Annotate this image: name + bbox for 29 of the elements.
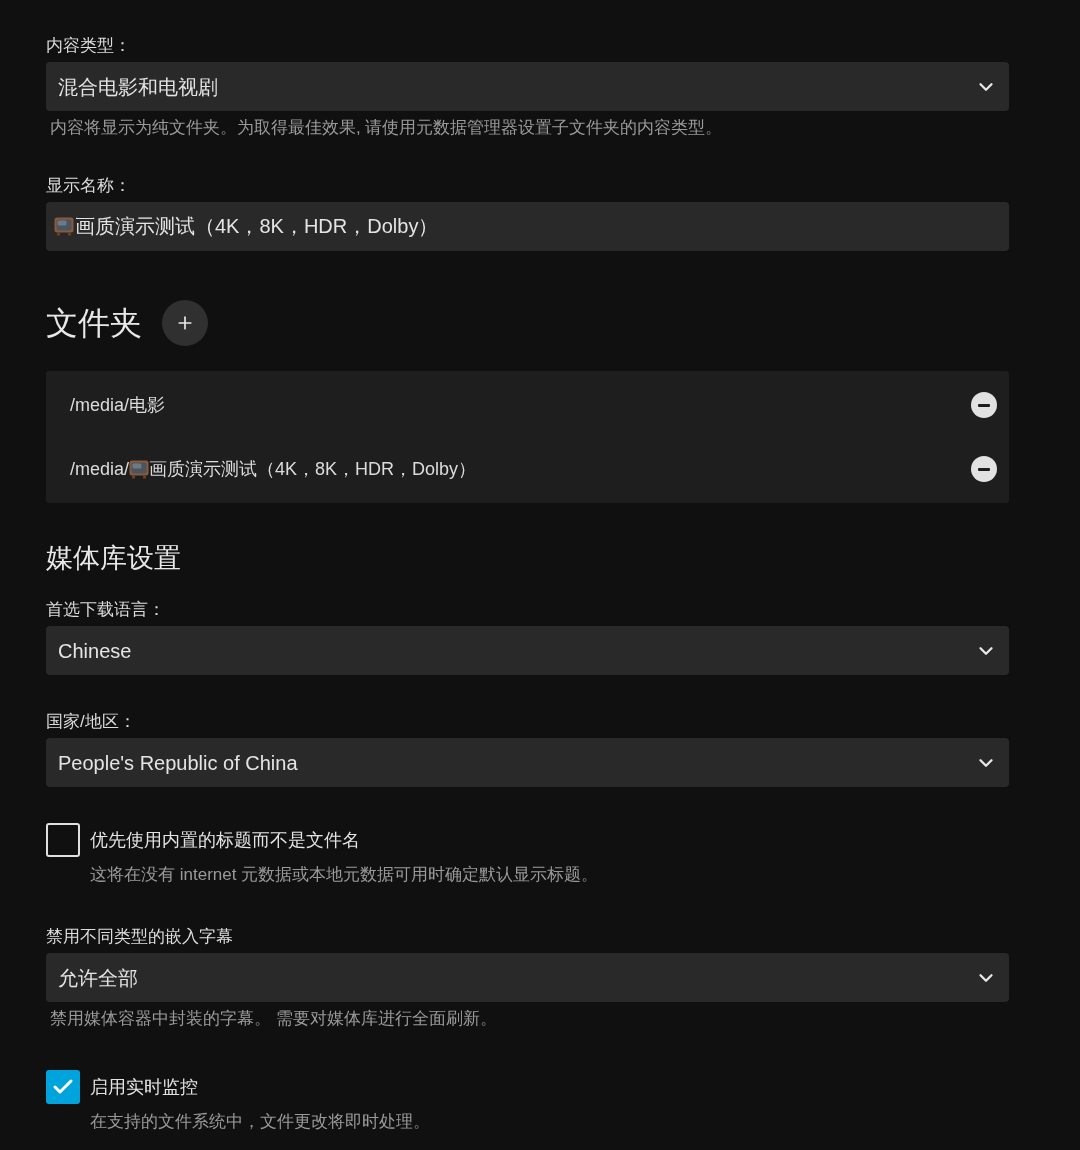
field-label: 内容类型： <box>46 35 132 57</box>
add-button[interactable] <box>162 300 208 346</box>
hint-text: 禁用媒体容器中封装的字幕。 需要对媒体库进行全面刷新。 <box>49 1008 498 1030</box>
minus-icon <box>978 467 990 471</box>
checkbox-label: 优先使用内置的标题而不是文件名 <box>90 829 360 852</box>
field-label: 国家/地区： <box>46 711 137 733</box>
field-label: 首选下载语言： <box>46 599 166 621</box>
checkbox-label: 启用实时监控 <box>90 1076 198 1099</box>
folder-path: /media/电影 <box>70 393 166 417</box>
minus-icon <box>978 403 990 407</box>
checkbox[interactable] <box>46 1070 80 1104</box>
hint-text: 这将在没有 internet 元数据或本地元数据可用时确定默认显示标题。 <box>89 864 600 886</box>
section-heading: 媒体库设置 <box>46 542 182 575</box>
checkbox[interactable] <box>46 823 80 857</box>
hint-text: 在支持的文件系统中，文件更改将即时处理。 <box>89 1111 431 1133</box>
select-field[interactable]: 允许全部 <box>46 953 1009 1002</box>
select-field[interactable]: People's Republic of China <box>46 738 1009 787</box>
remove-button[interactable] <box>971 456 997 482</box>
hint-text: 内容将显示为纯文件夹。为取得最佳效果, 请使用元数据管理器设置子文件夹的内容类型。 <box>49 117 724 139</box>
select-field[interactable]: Chinese <box>46 626 1009 675</box>
folder-path: /media/ <box>70 457 130 481</box>
field-label: 显示名称： <box>46 175 132 197</box>
select-field[interactable]: 混合电影和电视剧 <box>46 62 1009 111</box>
section-heading: 文件夹 <box>46 304 142 343</box>
remove-button[interactable] <box>971 392 997 418</box>
input-field[interactable]: 画质演示测试（4K，8K，HDR，Dolby） <box>46 202 1009 251</box>
folder-name: 画质演示测试（4K，8K，HDR，Dolby） <box>149 457 477 481</box>
field-label: 禁用不同类型的嵌入字幕 <box>46 926 234 948</box>
tv-icon <box>129 459 150 479</box>
